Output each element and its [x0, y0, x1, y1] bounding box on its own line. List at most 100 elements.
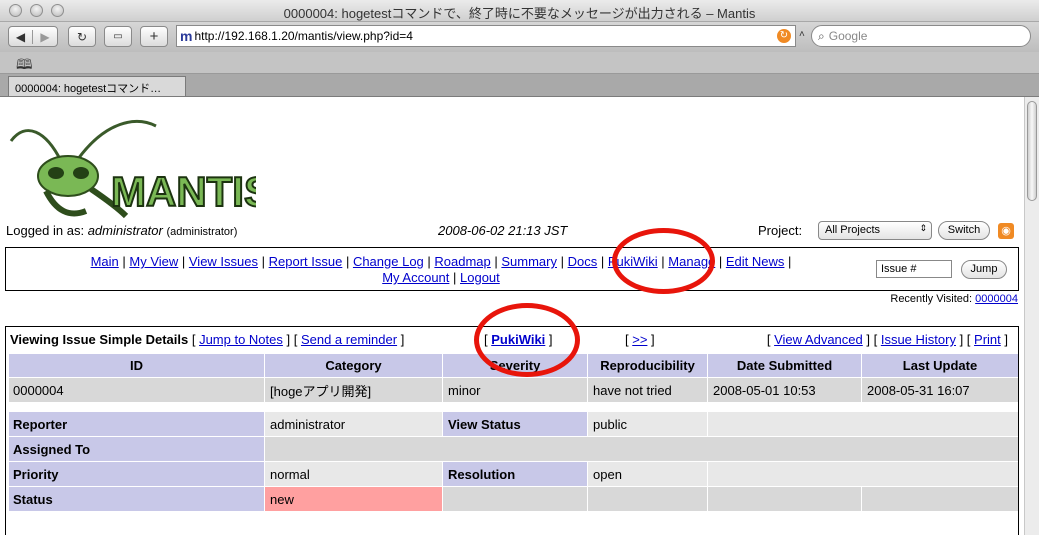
issue-number-input[interactable]: Issue #: [876, 260, 952, 278]
menu-my-view[interactable]: My View: [129, 254, 178, 269]
project-label: Project:: [758, 223, 803, 238]
user-role: (administrator): [166, 226, 238, 238]
project-select[interactable]: All Projects ⇕: [818, 221, 932, 240]
rss-reload-icon[interactable]: ↻: [777, 29, 791, 43]
select-arrows-icon: ⇕: [919, 223, 927, 233]
value-last-update: 2008-05-31 16:07: [861, 377, 1018, 403]
header-reproducibility: Reproducibility: [587, 353, 708, 378]
mantis-logo-graphic: MANTIS: [9, 120, 273, 219]
tab-bar: 0000004: hogetestコマンド…: [0, 74, 1039, 97]
annotation-circle-detail-pukiwiki: [474, 303, 580, 377]
print-link[interactable]: Print: [974, 332, 1001, 347]
spacer-row: [8, 402, 1018, 412]
next-issue-link[interactable]: >>: [632, 332, 647, 347]
menu-roadmap[interactable]: Roadmap: [434, 254, 490, 269]
main-menu: Main | My View | View Issues | Report Is…: [5, 247, 1019, 291]
value-severity: minor: [442, 377, 588, 403]
value-id: 0000004: [8, 377, 265, 403]
menu-main[interactable]: Main: [91, 254, 119, 269]
address-bar[interactable]: m http://192.168.1.20/mantis/view.php?id…: [176, 25, 796, 47]
menu-logout[interactable]: Logout: [460, 270, 500, 285]
url-text[interactable]: http://192.168.1.20/mantis/view.php?id=4: [194, 29, 777, 43]
logo-text: MANTIS: [111, 168, 256, 215]
annotation-circle-menu-pukiwiki: [612, 228, 715, 294]
forward-arrow-icon[interactable]: ▶: [33, 30, 57, 44]
header-date-submitted: Date Submitted: [707, 353, 862, 378]
search-icon: ⌕: [818, 28, 825, 43]
back-arrow-icon[interactable]: ◀: [9, 29, 33, 44]
browser-toolbar: ◀ ▶ ↻ ▭ + m http://192.168.1.20/mantis/v…: [0, 22, 1039, 52]
switch-button[interactable]: Switch: [938, 221, 990, 240]
menu-report-issue[interactable]: Report Issue: [269, 254, 343, 269]
resolution-label: Resolution: [442, 461, 588, 487]
spacer-cell: [8, 402, 1018, 412]
view-advanced-link[interactable]: View Advanced: [774, 332, 863, 347]
reload-button[interactable]: ↻: [68, 26, 96, 47]
value-date-submitted: 2008-05-01 10:53: [707, 377, 862, 403]
status-row-empty-1: [442, 486, 588, 512]
status-row-empty-2: [587, 486, 708, 512]
recently-visited-label: Recently Visited:: [890, 293, 973, 305]
back-forward-buttons[interactable]: ◀ ▶: [8, 26, 58, 47]
current-datetime: 2008-06-02 21:13 JST: [438, 223, 568, 238]
snapback-icon: ▭: [113, 31, 123, 42]
menu-my-account[interactable]: My Account: [382, 270, 449, 285]
value-category: [hogeアプリ開発]: [264, 377, 443, 403]
issue-history-link[interactable]: Issue History: [881, 332, 956, 347]
mantis-logo[interactable]: MANTIS: [6, 111, 273, 221]
menu-edit-news[interactable]: Edit News: [726, 254, 785, 269]
reporter-row: Reporter administrator View Status publi…: [8, 411, 1018, 437]
issue-details-table: ID Category Severity Reproducibility Dat…: [8, 353, 1018, 512]
status-row-empty-3: [707, 486, 862, 512]
reporter-row-empty: [707, 411, 1018, 437]
view-status-value: public: [587, 411, 708, 437]
rss-icon[interactable]: ◉: [998, 223, 1014, 239]
resolution-value: open: [587, 461, 708, 487]
snapback-button[interactable]: ▭: [104, 26, 132, 47]
jump-button[interactable]: Jump: [961, 260, 1007, 279]
reporter-value: administrator: [264, 411, 443, 437]
menu-view-issues[interactable]: View Issues: [189, 254, 258, 269]
menu-summary[interactable]: Summary: [501, 254, 557, 269]
send-reminder-link[interactable]: Send a reminder: [301, 332, 397, 347]
url-dropdown-icon[interactable]: ˄: [799, 29, 805, 40]
reload-icon: ↻: [76, 29, 88, 44]
reporter-label: Reporter: [8, 411, 265, 437]
menu-change-log[interactable]: Change Log: [353, 254, 424, 269]
details-title: Viewing Issue Simple Details: [10, 332, 189, 347]
jump-to-notes-link[interactable]: Jump to Notes: [199, 332, 283, 347]
vertical-scrollbar[interactable]: [1024, 97, 1039, 535]
assigned-value: [264, 436, 1018, 462]
google-search-field[interactable]: ⌕ Google: [811, 25, 1031, 47]
priority-value: normal: [264, 461, 443, 487]
window-title: 0000004: hogetestコマンドで、終了時に不要なメッセージが出力され…: [283, 6, 756, 21]
project-select-value: All Projects: [825, 224, 881, 236]
menu-links: Main | My View | View Issues | Report Is…: [90, 254, 792, 285]
recently-visited: Recently Visited: 0000004: [860, 293, 1018, 305]
priority-label: Priority: [8, 461, 265, 487]
assigned-row: Assigned To: [8, 436, 1018, 462]
value-reproducibility: have not tried: [587, 377, 708, 403]
menu-docs[interactable]: Docs: [568, 254, 598, 269]
status-row: Status new: [8, 486, 1018, 512]
priority-row: Priority normal Resolution open: [8, 461, 1018, 487]
priority-row-empty: [707, 461, 1018, 487]
header-category: Category: [264, 353, 443, 378]
browser-tab[interactable]: 0000004: hogetestコマンド…: [8, 76, 186, 96]
scrollbar-thumb[interactable]: [1027, 101, 1037, 201]
recent-issue-link[interactable]: 0000004: [975, 293, 1018, 305]
logged-in-label: Logged in as:: [6, 223, 85, 238]
status-row-empty-4: [861, 486, 1018, 512]
assigned-label: Assigned To: [8, 436, 265, 462]
add-bookmark-button[interactable]: +: [140, 26, 168, 47]
header-last-update: Last Update: [861, 353, 1018, 378]
status-label: Status: [8, 486, 265, 512]
view-status-label: View Status: [442, 411, 588, 437]
status-value: new: [264, 486, 443, 512]
bookmarks-bar: 🕮: [0, 52, 1039, 74]
header-id: ID: [8, 353, 265, 378]
details-value-row: 0000004 [hogeアプリ開発] minor have not tried…: [8, 377, 1018, 403]
current-user: administrator: [87, 223, 163, 238]
plus-icon: +: [149, 28, 159, 45]
search-placeholder: Google: [828, 29, 868, 43]
